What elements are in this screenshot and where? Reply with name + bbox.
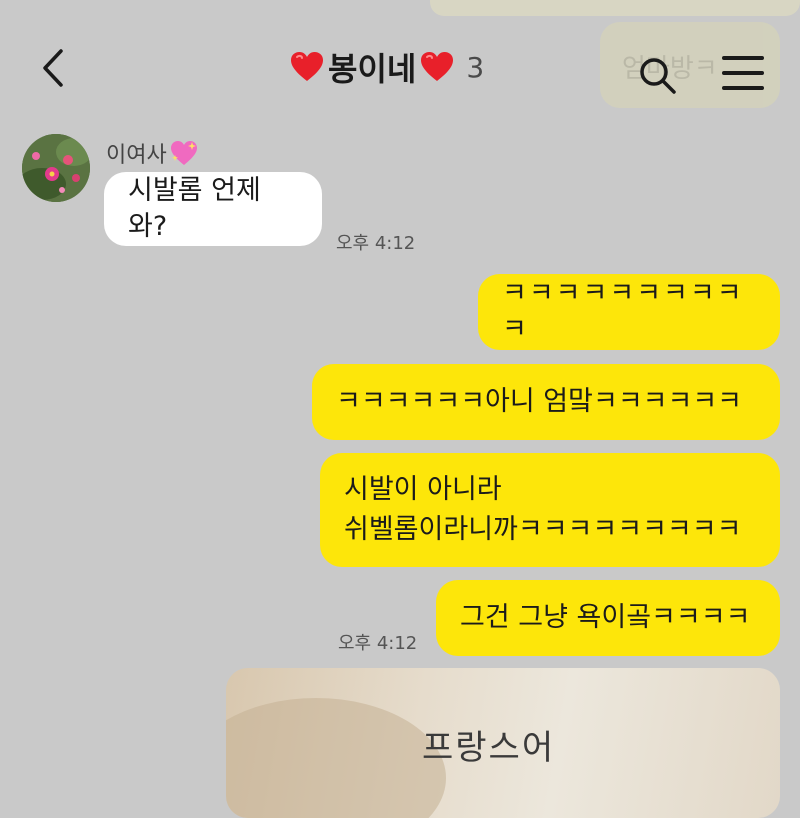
message-text: 그건 그냥 욕이곸ㅋㅋㅋㅋ [460,602,751,633]
search-icon [640,58,676,94]
red-heart-icon [291,52,323,81]
sender-name-text: 이여사 [106,143,167,168]
message-timestamp: 오후 4:12 [338,633,418,654]
chat-room-name: 봉이네 [328,50,417,88]
chat-title: 봉이네 3 [290,44,530,90]
menu-icon [722,56,764,60]
photo-shadow [226,698,446,818]
menu-icon [722,71,764,75]
red-heart-icon [421,52,454,81]
avatar[interactable] [22,134,90,202]
message-text-line: 시발이 아니라 [344,474,502,505]
message-text: ㅋㅋㅋㅋㅋㅋ아니 엄맠ㅋㅋㅋㅋㅋㅋ [336,386,743,417]
member-count: 3 [466,50,485,84]
outgoing-message-bubble[interactable]: 그건 그냥 욕이곸ㅋㅋㅋㅋ [436,580,780,656]
message-text: ㅋㅋㅋㅋㅋㅋㅋㅋㅋㅋ [502,278,744,345]
back-button[interactable] [36,48,70,88]
photo-caption-text: 프랑스어 [422,728,556,768]
message-timestamp: 오후 4:12 [336,233,416,254]
menu-button[interactable] [722,56,764,90]
avatar-flower-photo [22,134,90,202]
message-text-line: 쉬벨롬이라니까ㅋㅋㅋㅋㅋㅋㅋㅋㅋ [344,514,742,545]
photo-message[interactable]: 프랑스어 [226,668,780,818]
outgoing-message-bubble[interactable]: ㅋㅋㅋㅋㅋㅋㅋㅋㅋㅋ [478,274,780,350]
message-text: 시발롬 언제 와? [128,175,261,242]
incoming-message-bubble[interactable]: 시발롬 언제 와? [104,172,322,246]
outgoing-message-bubble[interactable]: ㅋㅋㅋㅋㅋㅋ아니 엄맠ㅋㅋㅋㅋㅋㅋ [312,364,780,440]
menu-icon [722,86,764,90]
chevron-left-icon [43,49,63,87]
sender-name: 이여사 [106,137,199,169]
previous-message-ghost [430,0,800,16]
sparkling-heart-icon [170,141,197,165]
search-button[interactable] [638,56,678,96]
outgoing-message-bubble[interactable]: 시발이 아니라 쉬벨롬이라니까ㅋㅋㅋㅋㅋㅋㅋㅋㅋ [320,453,780,567]
